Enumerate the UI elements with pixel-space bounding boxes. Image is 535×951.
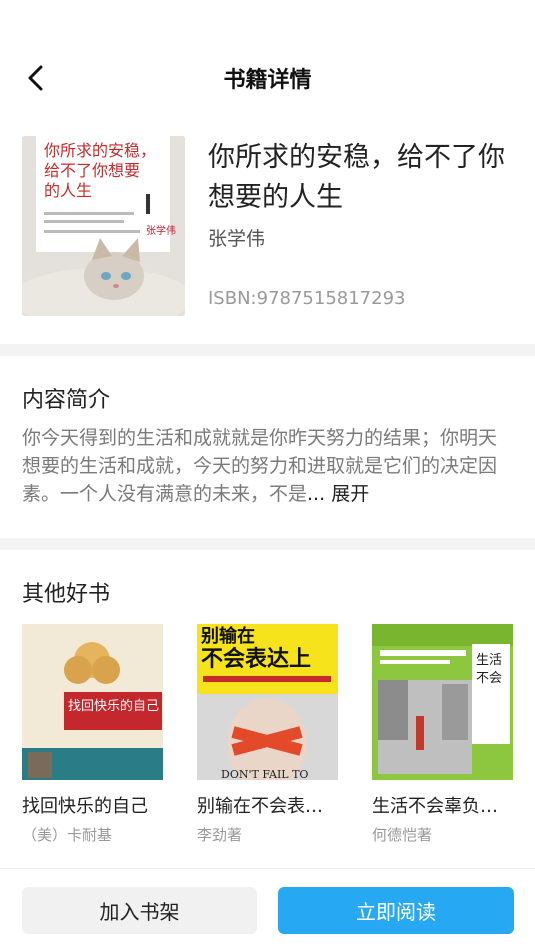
intro-ellipsis: ... (307, 483, 326, 505)
book-card[interactable]: 找回快乐的自己 找回快乐的自己 （美）卡耐基 (22, 624, 166, 845)
book-card-author: 何德恺著 (372, 826, 433, 844)
book-card-title: 别输在不会表达上 (197, 796, 339, 817)
book-card[interactable]: 生活 不会 生活不会辜负努力的你 何德恺著 (372, 624, 516, 845)
card1-cover-title: 找回快乐的自己 (68, 698, 159, 714)
top-bar: 书籍详情 (0, 0, 535, 120)
book-isbn: ISBN:9787515817293 (208, 288, 406, 309)
book-title: 你所求的安稳，给不了你想要的人生 (208, 142, 505, 213)
book-card-author: 李劲著 (197, 826, 243, 844)
book-card[interactable]: 别输在 不会表达上 DON'T FAIL TO 别输在不会表达上 李劲著 (197, 624, 341, 845)
intro-text: 你今天得到的生活和成就就是你昨天努力的结果；你明天想要的生活和成就，今天的努力和… (22, 424, 514, 508)
section-divider (0, 538, 535, 550)
cover-title-line2: 给不了你想要 (44, 161, 140, 180)
book-card-cover: 别输在 不会表达上 DON'T FAIL TO (197, 624, 338, 780)
book-cover-art: 你所求的安稳， 给不了你想要 的人生 张学伟 (22, 136, 185, 316)
book-card-title: 找回快乐的自己 (22, 796, 148, 817)
page-title: 书籍详情 (223, 68, 312, 93)
cover-title-line1: 你所求的安稳， (44, 141, 156, 160)
card2-cover-sub: DON'T FAIL TO (221, 768, 308, 780)
intro-body: 你今天得到的生活和成就就是你昨天努力的结果；你明天想要的生活和成就，今天的努力和… (22, 427, 498, 505)
book-card-cover: 生活 不会 (372, 624, 513, 780)
book-cover[interactable]: 你所求的安稳， 给不了你想要 的人生 张学伟 (22, 136, 185, 316)
cover-author-mark: 张学伟 (146, 224, 176, 237)
card2-cover-title: 不会表达上 (201, 646, 311, 672)
section-divider (0, 344, 535, 356)
bottom-action-bar: 加入书架 立即阅读 (0, 868, 535, 951)
book-card-cover: 找回快乐的自己 (22, 624, 163, 780)
expand-link[interactable]: 展开 (331, 483, 369, 505)
read-now-button[interactable]: 立即阅读 (278, 887, 514, 934)
intro-heading: 内容简介 (22, 388, 111, 413)
svg-text:别输在: 别输在 (200, 625, 255, 647)
book-info: 你所求的安稳， 给不了你想要 的人生 张学伟 你所求的安稳，给不了你想要的人生 … (22, 136, 522, 318)
svg-text:不会: 不会 (476, 671, 502, 686)
card3-cover-title: 生活 (476, 653, 502, 668)
book-detail-page: 书籍详情 你所求的安稳， 给不了你想要 的人生 张学伟 你所求的安稳，给不了你想… (0, 0, 535, 951)
book-author: 张学伟 (208, 228, 266, 250)
cover-title-line3: 的人生 (44, 181, 92, 200)
book-card-title: 生活不会辜负努力的你 (372, 796, 514, 817)
others-heading: 其他好书 (22, 582, 111, 607)
add-to-shelf-button[interactable]: 加入书架 (22, 887, 257, 934)
book-card-author: （美）卡耐基 (22, 826, 113, 844)
